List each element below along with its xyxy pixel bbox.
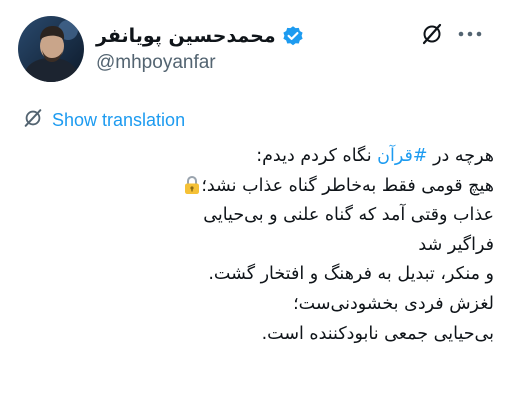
- author-name-row: محمدحسین پویانفر: [96, 22, 304, 50]
- tweet-card: محمدحسین پویانفر @mhpoyanfar Show transl…: [0, 0, 520, 420]
- verified-badge-icon: [282, 25, 304, 47]
- grok-icon: [22, 107, 44, 133]
- hashtag-link[interactable]: #قرآن: [377, 146, 427, 166]
- avatar[interactable]: [18, 16, 84, 82]
- tweet-line: هیچ قومی فقط به‌خاطر گناه عذاب نشد؛: [8, 172, 494, 202]
- tweet-text-segment: هرچه در: [427, 146, 494, 166]
- author-handle[interactable]: @mhpoyanfar: [96, 52, 216, 74]
- lock-icon: [183, 175, 201, 195]
- tweet-line: هرچه در #قرآن نگاه کردم دیدم:: [8, 142, 494, 172]
- show-translation-button[interactable]: Show translation: [22, 106, 185, 134]
- tweet-text-segment: نگاه کردم دیدم:: [256, 146, 378, 166]
- tweet-line: فراگیر شد: [418, 234, 494, 255]
- more-icon[interactable]: [456, 20, 484, 48]
- show-translation-label: Show translation: [52, 109, 186, 130]
- tweet-line: عذاب وقتی آمد که گناه علنی و بی‌حیایی: [203, 205, 494, 226]
- tweet-line: بی‌حیایی جمعی نابودکننده است.: [261, 323, 494, 344]
- tweet-line: و منکر، تبدیل به فرهنگ و افتخار گشت.: [208, 264, 494, 285]
- tweet-text-segment: هیچ قومی فقط به‌خاطر گناه عذاب نشد؛: [201, 175, 494, 196]
- tweet-text: هرچه در #قرآن نگاه کردم دیدم: هیچ قومی ف…: [8, 142, 494, 349]
- grok-icon[interactable]: [418, 20, 446, 48]
- author-display-name[interactable]: محمدحسین پویانفر: [96, 25, 276, 47]
- tweet-line: لغزش فردی بخشودنی‌ست؛: [293, 293, 494, 314]
